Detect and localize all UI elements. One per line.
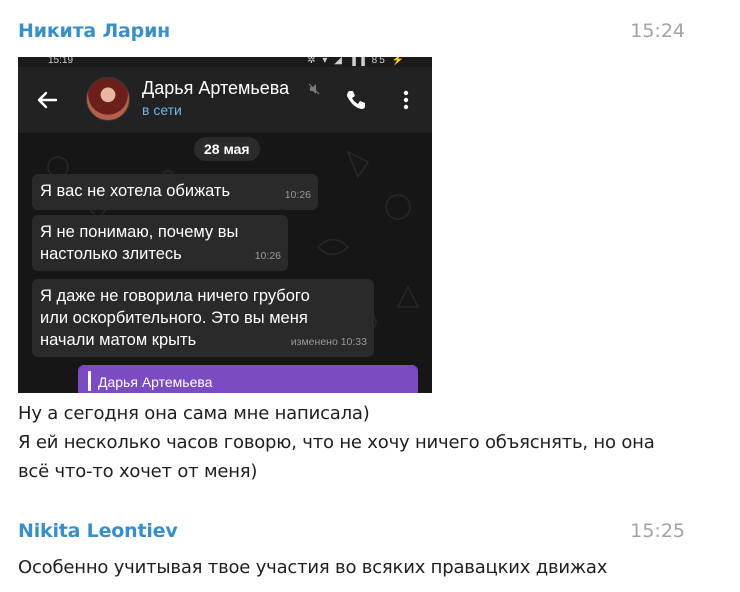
contact-avatar [86,77,130,121]
message-text-line: всё что-то хочет от меня) [18,461,258,482]
contact-name: Дарья Артемьева [142,78,290,98]
bubble-time: 10:26 [284,189,311,201]
incoming-bubble: Я даже не говорила ничего грубого или ос… [32,279,374,357]
message-header: Никита Ларин 15:24 [18,20,740,46]
muted-icon [308,83,320,95]
attached-screenshot[interactable]: 15:19 ✲ ▾ ◢ ▐▐ 85 ⚡ Дарья Артемьева в се… [18,57,432,393]
bubble-time: изменено 10:33 [290,336,367,348]
message-time: 15:24 [630,20,685,42]
message-text-line: Я ей несколько часов говорю, что не хочу… [18,432,655,453]
status-icons: ✲ ▾ ◢ ▐▐ 85 ⚡ [307,57,406,66]
message-time: 15:25 [630,520,685,542]
message-text-line: Особенно учитывая твое участия во всяких… [18,557,608,578]
phone-status-bar: 15:19 ✲ ▾ ◢ ▐▐ 85 ⚡ [18,57,432,67]
message-text-line: Ну а сегодня она сама мне написала) [18,403,370,424]
reply-accent-bar [88,371,91,391]
incoming-bubble: Я вас не хотела обижать 10:26 [32,174,318,210]
more-vertical-icon [403,90,409,110]
author-name[interactable]: Никита Ларин [18,20,170,42]
outgoing-reply-preview: Дарья Артемьева [78,365,418,393]
phone-call-icon [347,91,365,109]
bubble-text: Я вас не хотела обижать [40,182,231,200]
message-body: Особенно учитывая твое участия во всяких… [18,553,740,582]
date-separator: 28 мая [194,137,260,161]
back-arrow-icon [37,91,58,109]
bubble-text: настолько злитесь [40,245,182,263]
incoming-bubble: Я не понимаю, почему вы настолько злитес… [32,215,288,271]
bubble-text: Я не понимаю, почему вы [40,223,239,241]
message-group-nikita-larin: Никита Ларин 15:24 [18,20,740,46]
bubble-text: или оскорбительного. Это вы меня [40,309,308,327]
reply-author: Дарья Артемьева [98,374,213,390]
chat-app-bar: Дарья Артемьева в сети [18,67,432,133]
bubble-time: 10:26 [254,250,281,262]
message-group-nikita-leontiev: Nikita Leontiev 15:25 Особенно учитывая … [18,520,740,582]
message-header: Nikita Leontiev 15:25 [18,520,740,546]
status-time: 15:19 [48,57,74,66]
bubble-text: Я даже не говорила ничего грубого [40,287,310,305]
contact-online-status: в сети [142,102,182,118]
author-name[interactable]: Nikita Leontiev [18,520,178,542]
message-body: Ну а сегодня она сама мне написала) Я ей… [18,399,740,486]
